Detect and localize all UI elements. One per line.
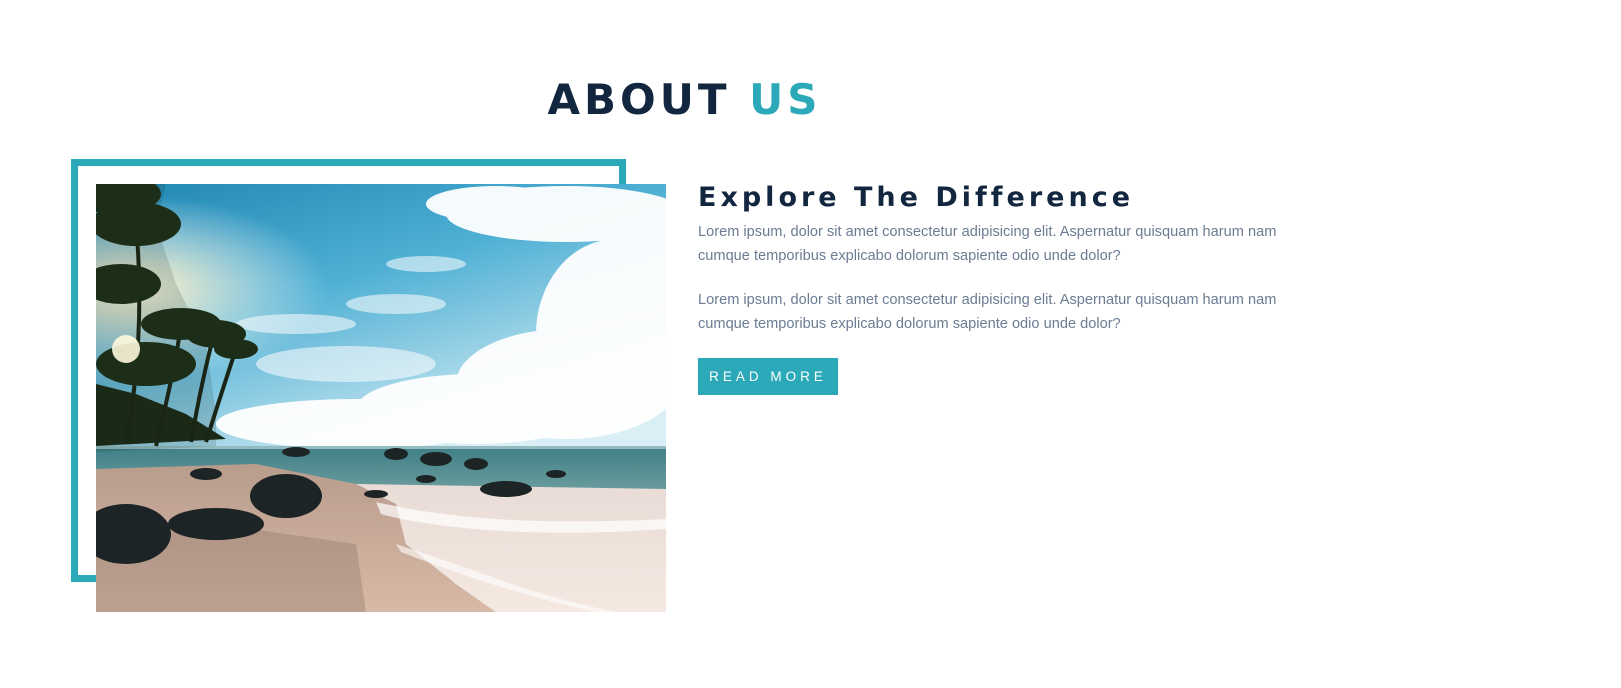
beach-photo <box>96 184 666 612</box>
about-section: ABOUT US Explore The Difference Lorem ip… <box>0 0 1621 688</box>
about-content: Explore The Difference Lorem ipsum, dolo… <box>698 178 1278 395</box>
section-title-main: ABOUT <box>547 75 731 124</box>
read-more-button[interactable]: READ MORE <box>698 358 838 395</box>
about-subtitle: Explore The Difference <box>698 182 1135 213</box>
about-paragraph-2: Lorem ipsum, dolor sit amet consectetur … <box>698 292 1277 332</box>
section-title: ABOUT US <box>0 72 1369 128</box>
section-title-accent: US <box>749 75 822 124</box>
about-paragraph-1: Lorem ipsum, dolor sit amet consectetur … <box>698 224 1277 264</box>
